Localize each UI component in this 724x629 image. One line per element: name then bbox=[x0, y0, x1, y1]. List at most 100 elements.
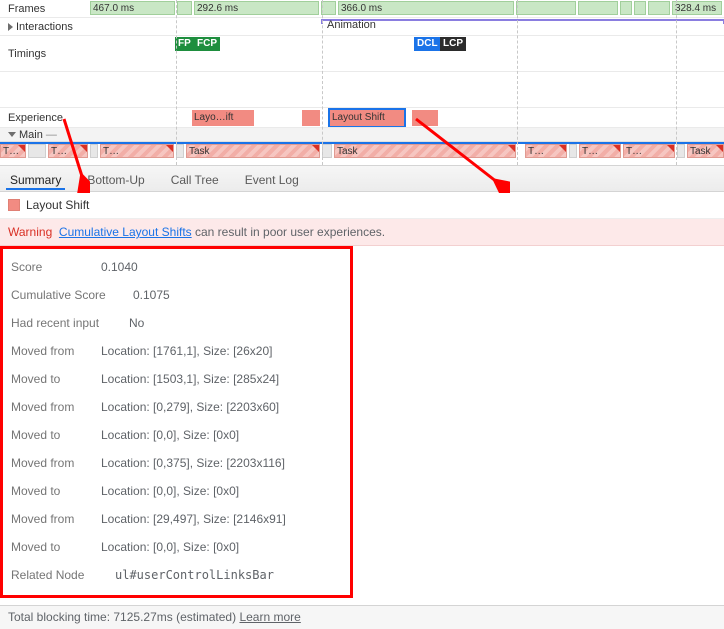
timeline-panel: Frames 467.0 ms 292.6 ms 366.0 ms 328.4 … bbox=[0, 0, 724, 166]
task-bar[interactable]: T… bbox=[0, 144, 26, 158]
timings-row: Timings FP FCP DCL LCP bbox=[0, 36, 724, 72]
row-label-text: Main bbox=[19, 129, 43, 141]
related-node-link[interactable]: ul#userControlLinksBar bbox=[115, 568, 274, 582]
detail-value: 0.1040 bbox=[101, 260, 138, 274]
footer-bar: Total blocking time: 7125.27ms (estimate… bbox=[0, 605, 724, 629]
task-bar[interactable] bbox=[176, 144, 184, 158]
tab-bottom-up[interactable]: Bottom-Up bbox=[83, 168, 148, 190]
lcp-marker[interactable]: LCP bbox=[440, 37, 466, 51]
timings-lane[interactable]: FP FCP DCL LCP bbox=[86, 36, 724, 71]
fp-marker[interactable]: FP bbox=[175, 37, 194, 51]
dash-label: — bbox=[46, 129, 57, 141]
frame-bar[interactable]: 328.4 ms bbox=[672, 1, 722, 15]
detail-row: Moved to Location: [0,0], Size: [0x0] bbox=[9, 477, 344, 505]
row-label-text: Interactions bbox=[16, 21, 73, 33]
summary-header: Layout Shift bbox=[0, 192, 724, 219]
task-lane[interactable]: T… T… T… Task Task T… T… T… Task bbox=[0, 142, 724, 158]
chevron-down-icon bbox=[8, 132, 16, 137]
detail-label: Cumulative Score bbox=[11, 288, 121, 302]
frame-bar[interactable] bbox=[620, 1, 632, 15]
frame-bar[interactable] bbox=[648, 1, 670, 15]
frame-text: 366.0 ms bbox=[341, 3, 382, 14]
frame-text: 467.0 ms bbox=[93, 3, 134, 14]
dcl-marker[interactable]: DCL bbox=[414, 37, 441, 51]
detail-value: No bbox=[129, 316, 144, 330]
detail-value: Location: [0,279], Size: [2203x60] bbox=[101, 400, 279, 414]
interactions-row: Interactions Animation bbox=[0, 18, 724, 36]
task-bar[interactable] bbox=[90, 144, 98, 158]
frame-bar[interactable] bbox=[177, 1, 192, 15]
frame-bar[interactable]: 292.6 ms bbox=[194, 1, 319, 15]
details-box: Score 0.1040 Cumulative Score 0.1075 Had… bbox=[0, 246, 353, 598]
frame-bar[interactable] bbox=[321, 1, 336, 15]
main-thread-toggle[interactable]: Main — bbox=[0, 128, 724, 142]
tab-summary[interactable]: Summary bbox=[6, 168, 65, 190]
frames-lane[interactable]: 467.0 ms 292.6 ms 366.0 ms 328.4 ms bbox=[86, 0, 724, 17]
warning-rest: can result in poor user experiences. bbox=[192, 225, 385, 239]
task-bar[interactable]: Task bbox=[186, 144, 320, 158]
task-bar[interactable]: Task bbox=[334, 144, 516, 158]
detail-row: Moved from Location: [1761,1], Size: [26… bbox=[9, 337, 344, 365]
learn-more-link[interactable]: Learn more bbox=[239, 610, 300, 624]
frame-bar[interactable] bbox=[634, 1, 646, 15]
frame-bar[interactable]: 366.0 ms bbox=[338, 1, 514, 15]
experience-row: Experience Layo…ift Layout Shift bbox=[0, 108, 724, 128]
task-bar[interactable] bbox=[569, 144, 577, 158]
detail-row: Related Node ul#userControlLinksBar bbox=[9, 561, 344, 589]
fcp-marker[interactable]: FCP bbox=[194, 37, 220, 51]
detail-label: Score bbox=[11, 260, 89, 274]
detail-label: Moved to bbox=[11, 372, 89, 386]
task-text: T… bbox=[3, 146, 19, 157]
task-bar[interactable]: Task bbox=[687, 144, 724, 158]
warning-label: Warning bbox=[8, 225, 52, 239]
spacer-row bbox=[0, 72, 724, 108]
frames-row: Frames 467.0 ms 292.6 ms 366.0 ms 328.4 … bbox=[0, 0, 724, 18]
task-bar[interactable]: T… bbox=[48, 144, 88, 158]
layout-shift-block[interactable] bbox=[412, 110, 438, 126]
task-bar[interactable]: T… bbox=[579, 144, 621, 158]
frame-bar[interactable] bbox=[516, 1, 576, 15]
layout-shift-block[interactable] bbox=[302, 110, 320, 126]
detail-value: Location: [1503,1], Size: [285x24] bbox=[101, 372, 279, 386]
detail-label: Moved from bbox=[11, 512, 89, 526]
frame-bar[interactable]: 467.0 ms bbox=[90, 1, 175, 15]
detail-label: Related Node bbox=[11, 568, 103, 582]
layout-shift-block[interactable]: Layo…ift bbox=[192, 110, 254, 126]
layout-shift-selected[interactable]: Layout Shift bbox=[330, 110, 404, 126]
detail-label: Moved to bbox=[11, 484, 89, 498]
detail-value: Location: [0,0], Size: [0x0] bbox=[101, 540, 239, 554]
task-text: Task bbox=[189, 146, 210, 157]
task-text: T… bbox=[51, 146, 67, 157]
detail-value: Location: [29,497], Size: [2146x91] bbox=[101, 512, 286, 526]
frame-text: 328.4 ms bbox=[675, 3, 716, 14]
cls-link[interactable]: Cumulative Layout Shifts bbox=[59, 225, 192, 239]
interactions-toggle[interactable]: Interactions bbox=[0, 21, 86, 33]
detail-row: Moved to Location: [0,0], Size: [0x0] bbox=[9, 421, 344, 449]
task-bar[interactable] bbox=[677, 144, 685, 158]
tabs-bar: Summary Bottom-Up Call Tree Event Log bbox=[0, 166, 724, 192]
task-bar[interactable] bbox=[28, 144, 46, 158]
animation-bar[interactable] bbox=[321, 19, 724, 24]
task-bar[interactable]: T… bbox=[623, 144, 675, 158]
task-text: T… bbox=[528, 146, 544, 157]
detail-value: Location: [0,375], Size: [2203x116] bbox=[101, 456, 285, 470]
footer-text: Total blocking time: 7125.27ms (estimate… bbox=[8, 610, 239, 624]
task-text: T… bbox=[626, 146, 642, 157]
task-text: Task bbox=[337, 146, 358, 157]
detail-label: Had recent input bbox=[11, 316, 117, 330]
layout-shift-swatch-icon bbox=[8, 199, 20, 211]
detail-label: Moved from bbox=[11, 456, 89, 470]
detail-row: Score 0.1040 bbox=[9, 253, 344, 281]
experience-lane[interactable]: Layo…ift Layout Shift bbox=[86, 108, 724, 127]
detail-label: Moved from bbox=[11, 400, 89, 414]
frame-bar[interactable] bbox=[578, 1, 618, 15]
task-bar[interactable]: T… bbox=[525, 144, 567, 158]
tab-call-tree[interactable]: Call Tree bbox=[167, 168, 223, 190]
task-bar[interactable] bbox=[322, 144, 332, 158]
tab-event-log[interactable]: Event Log bbox=[241, 168, 303, 190]
task-bar[interactable]: T… bbox=[100, 144, 174, 158]
gridline bbox=[676, 0, 677, 165]
animation-label: Animation bbox=[327, 19, 376, 31]
interactions-lane[interactable]: Animation bbox=[86, 18, 724, 35]
warning-row: Warning Cumulative Layout Shifts can res… bbox=[0, 219, 724, 246]
